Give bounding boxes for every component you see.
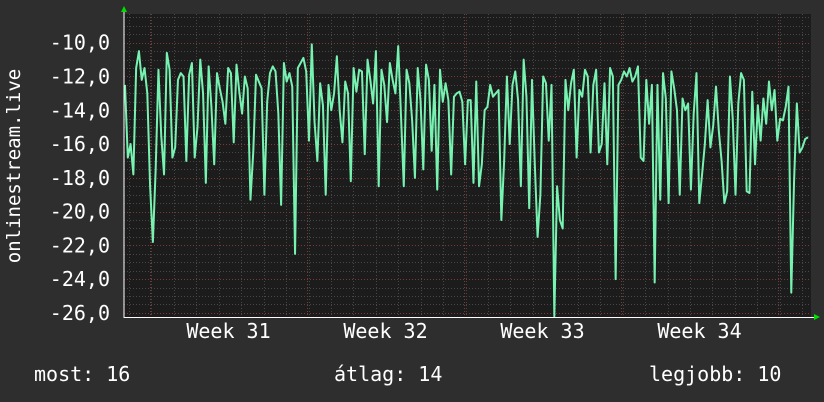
y-tick-label: -24,0 xyxy=(50,267,110,291)
y-tick-label: -12,0 xyxy=(50,64,110,88)
x-tick-label: Week 31 xyxy=(186,319,270,343)
x-tick-label: Week 34 xyxy=(657,319,741,343)
y-tick-label: -16,0 xyxy=(50,132,110,156)
y-axis-label: onlinestream.live xyxy=(3,69,25,263)
x-tick-label: Week 32 xyxy=(343,319,427,343)
y-tick-label: -10,0 xyxy=(50,31,110,55)
y-tick-label: -18,0 xyxy=(50,166,110,190)
y-tick-labels: -10,0 -12,0 -14,0 -16,0 -18,0 -20,0 -22,0 -24,0… xyxy=(50,31,110,325)
y-tick-label: -26,0 xyxy=(50,301,110,325)
footer-current: most: 16 xyxy=(34,362,131,386)
y-tick-label: -20,0 xyxy=(50,200,110,224)
footer-best: legjobb: 10 xyxy=(649,362,782,386)
chart: -10,0 -12,0 -14,0 -16,0 -18,0 -20,0 -22,0 -24,0… xyxy=(3,6,820,343)
plot-area xyxy=(124,14,811,318)
x-tick-label: Week 33 xyxy=(500,319,584,343)
y-tick-label: -14,0 xyxy=(50,98,110,122)
x-tick-labels: Week 31 Week 32 Week 33 Week 34 xyxy=(186,319,741,343)
y-tick-label: -22,0 xyxy=(50,233,110,257)
y-axis-arrow-icon xyxy=(121,6,127,12)
footer-average: átlag: 14 xyxy=(334,362,443,386)
x-axis-arrow-icon xyxy=(814,314,820,320)
